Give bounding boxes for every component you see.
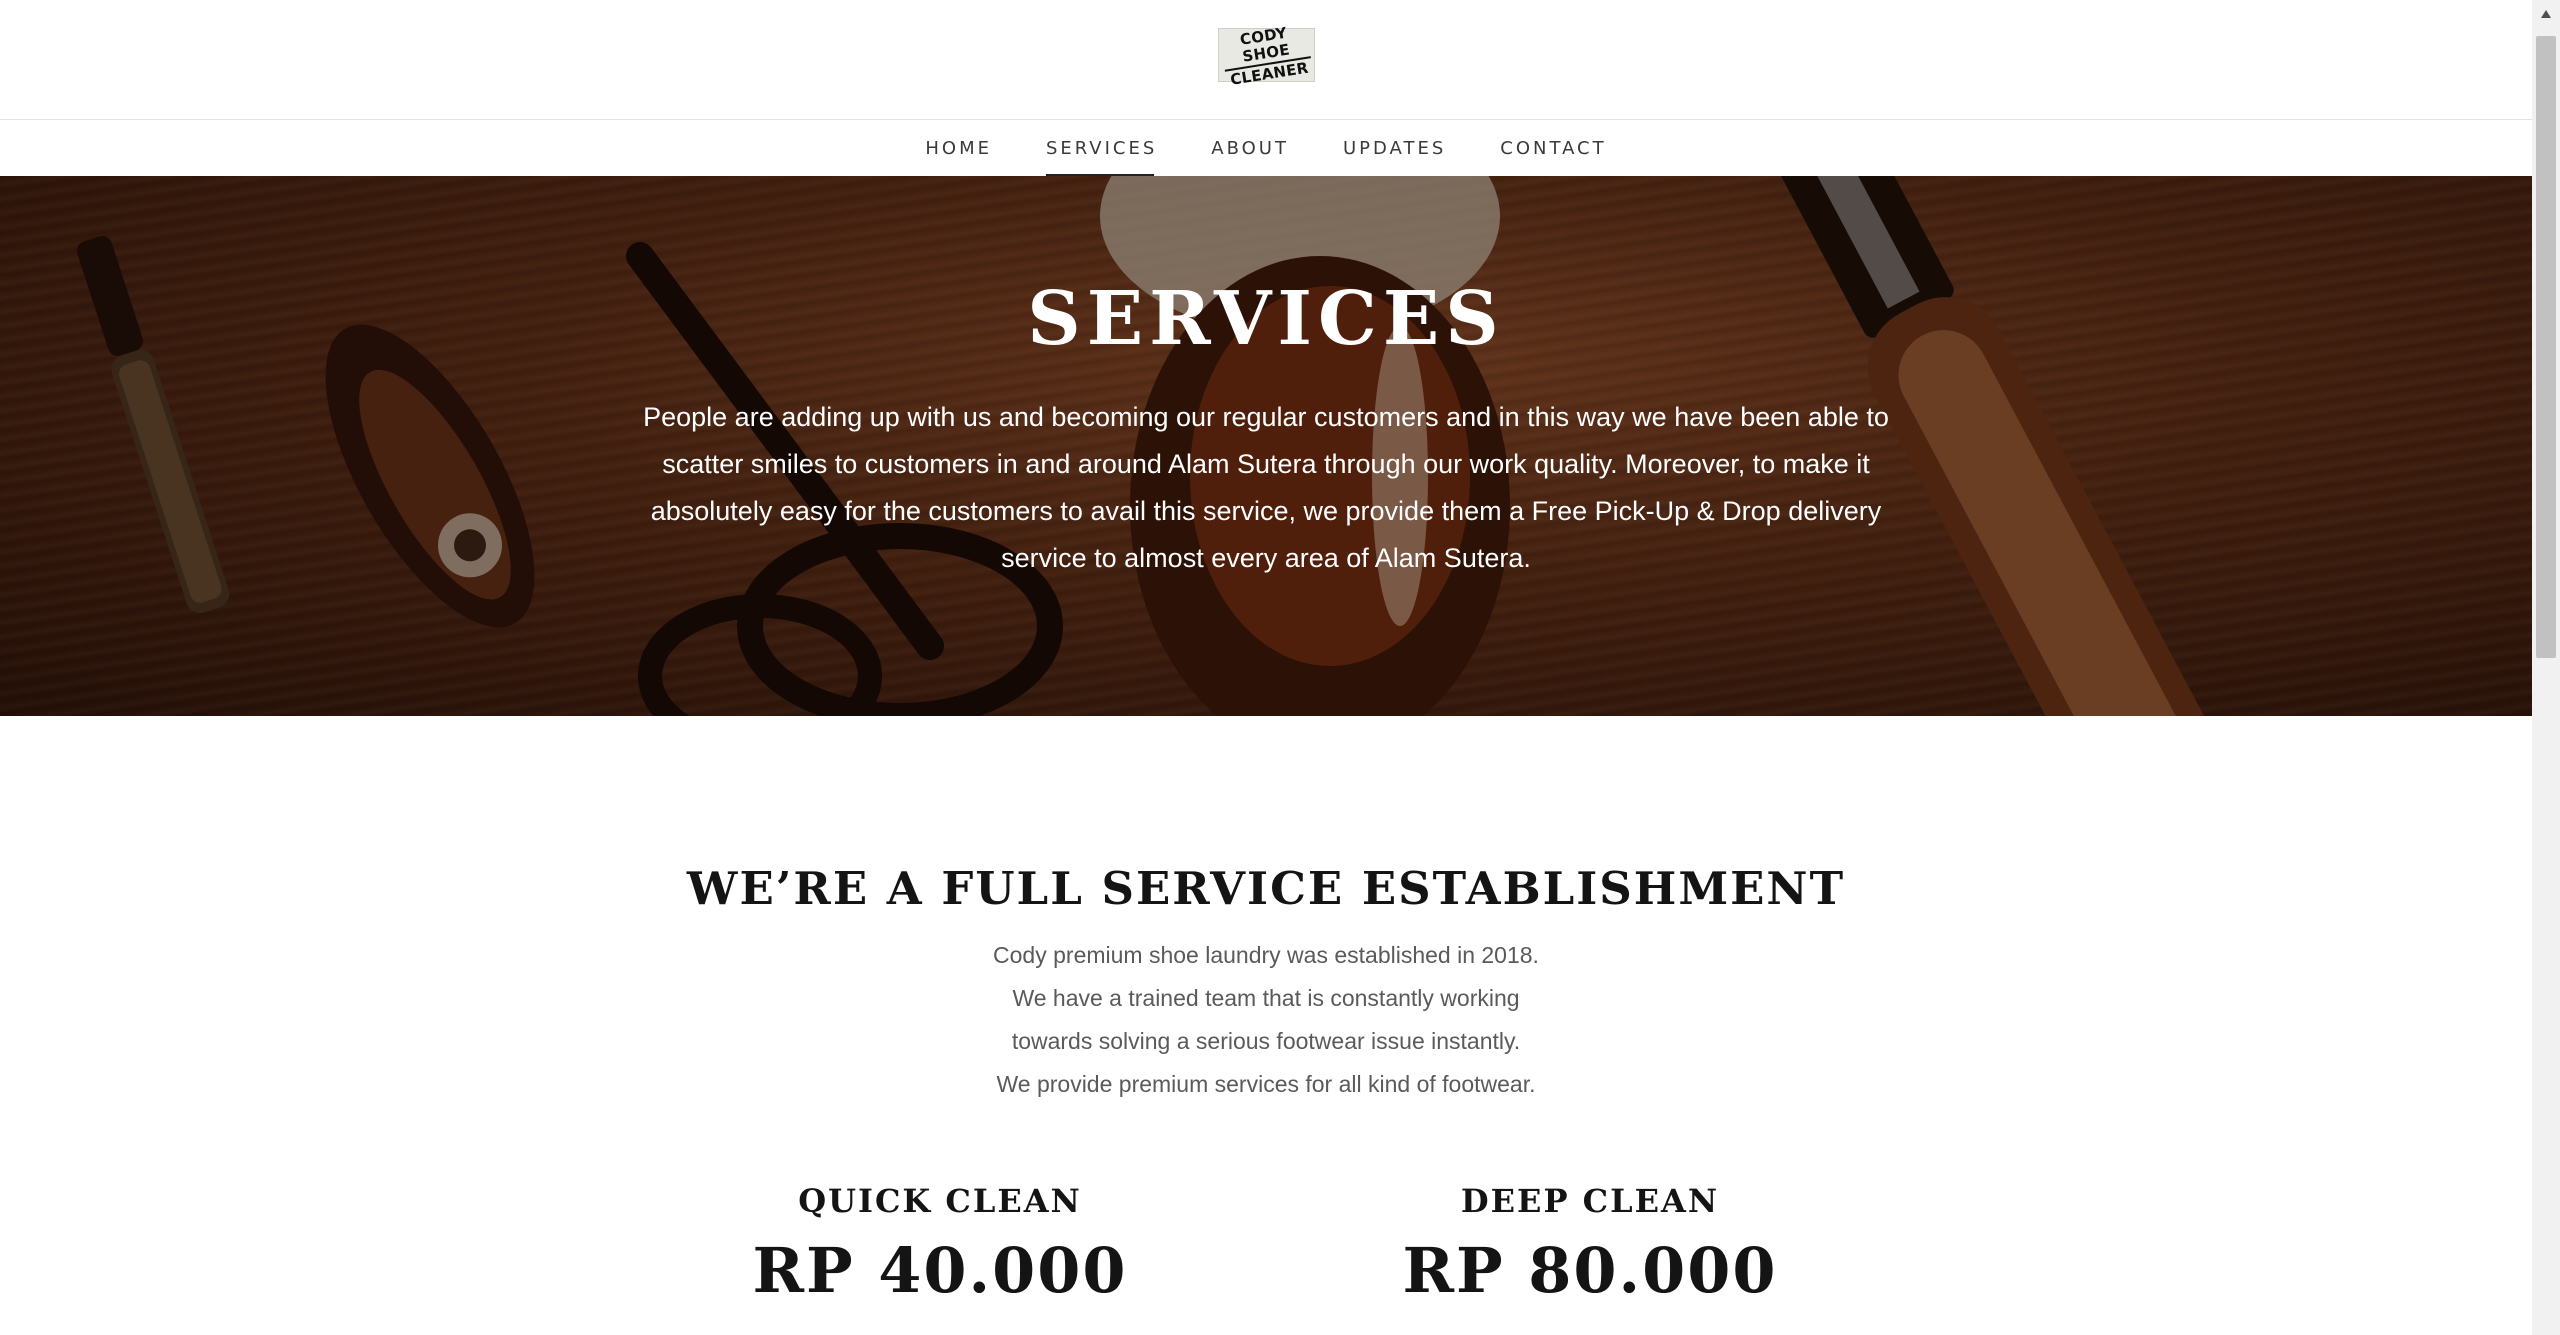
intro-line: Cody premium shoe laundry was establishe… [993,942,1539,968]
intro-line: We have a trained team that is constantl… [1012,985,1520,1011]
main-nav: HOME SERVICES ABOUT UPDATES CONTACT [0,119,2532,177]
nav-item-about[interactable]: ABOUT [1211,120,1289,177]
site-logo[interactable]: CODY SHOE CLEANER [1218,23,1315,88]
hero-description: People are adding up with us and becomin… [643,402,1889,573]
nav-item-contact[interactable]: CONTACT [1500,120,1606,177]
page: CODY SHOE CLEANER HOME SERVICES ABOUT UP… [0,0,2532,1335]
nav-item-updates[interactable]: UPDATES [1343,120,1446,177]
logo-mark: CODY SHOE CLEANER [1215,20,1317,89]
page-title: SERVICES [1027,276,1505,362]
hero-banner: SERVICES People are adding up with us an… [0,176,2532,716]
vertical-scrollbar[interactable] [2532,0,2560,1335]
service-price: RP 40.000 [752,1234,1128,1307]
nav-item-services[interactable]: SERVICES [1045,120,1157,177]
site-header: CODY SHOE CLEANER [0,0,2532,119]
section-heading: WE’RE A FULL SERVICE ESTABLISHMENT [686,862,1846,915]
service-deep-clean: DEEP CLEAN RP 80.000 [1340,1182,1840,1307]
scroll-up-button[interactable] [2532,0,2560,28]
intro-line: We provide premium services for all kind… [996,1071,1536,1097]
nav-item-home[interactable]: HOME [925,120,992,177]
service-name: DEEP CLEAN [1460,1182,1720,1220]
service-quick-clean: QUICK CLEAN RP 40.000 [690,1182,1190,1307]
triangle-up-icon [2541,10,2551,18]
service-price: RP 80.000 [1402,1234,1778,1307]
intro-line: towards solving a serious footwear issue… [1011,1028,1521,1054]
intro-text: Cody premium shoe laundry was establishe… [0,934,2532,1106]
scrollbar-thumb[interactable] [2536,36,2556,658]
service-name: QUICK CLEAN [798,1182,1082,1220]
